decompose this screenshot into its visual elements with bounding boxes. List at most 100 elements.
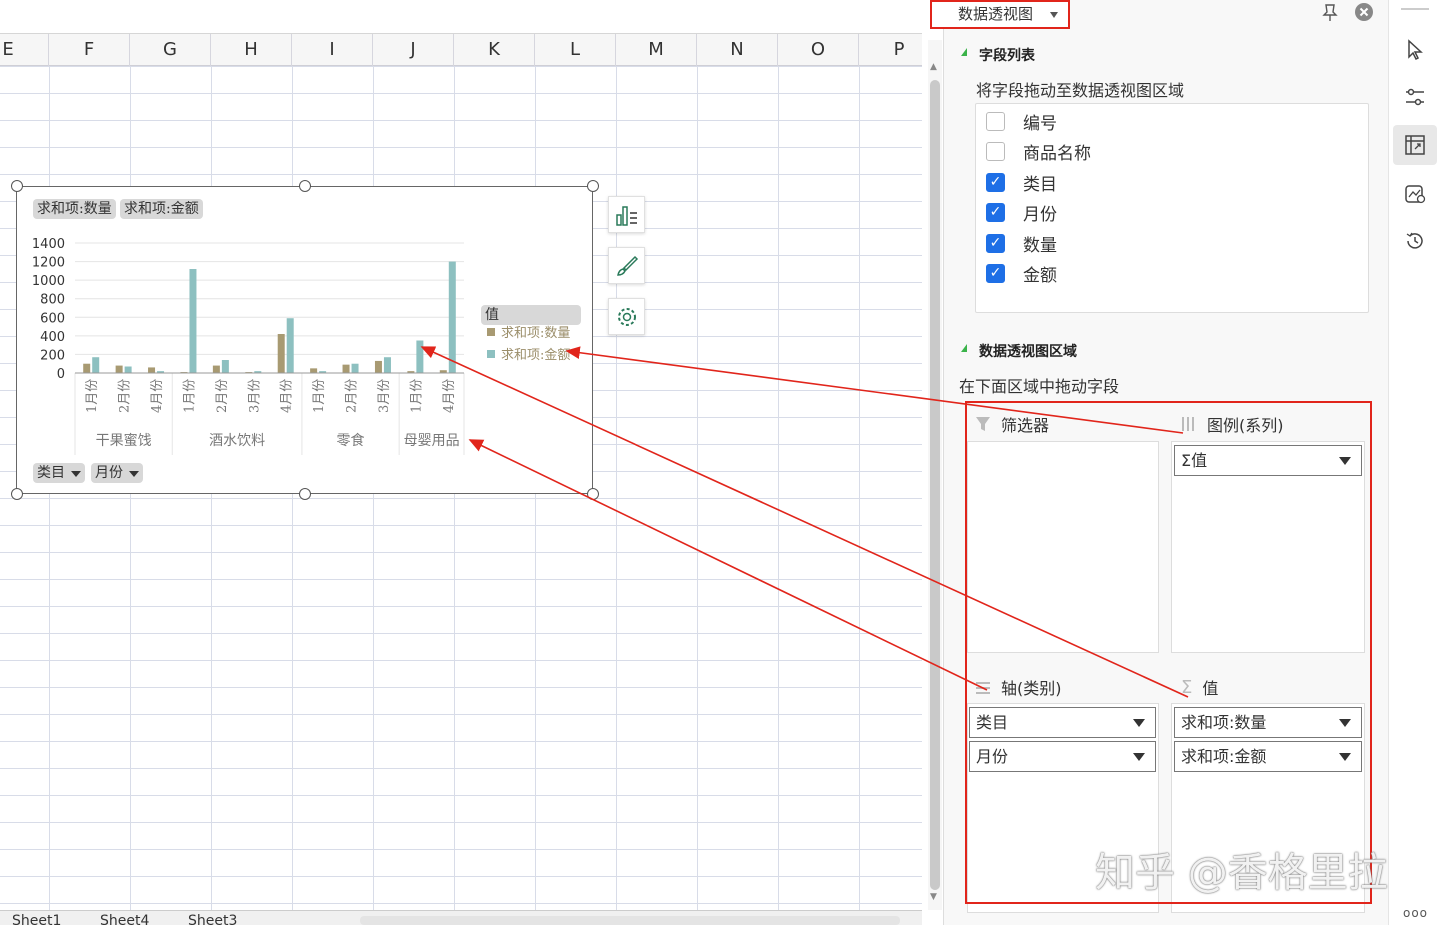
checkbox-checked[interactable]: ✓ xyxy=(986,172,1005,192)
collapse-triangle-icon[interactable] xyxy=(961,48,967,56)
chart-style-button[interactable] xyxy=(608,247,645,284)
x-tick-label: 2月份 xyxy=(345,379,360,413)
checkbox-checked[interactable]: ✓ xyxy=(986,263,1005,283)
pin-icon[interactable] xyxy=(1320,2,1340,22)
x-tick-label: 1月份 xyxy=(312,379,327,413)
resize-handle[interactable] xyxy=(587,180,599,192)
value-field-dropdown[interactable]: 求和项:金额 xyxy=(1174,741,1362,772)
sheet-tab[interactable]: Sheet4 xyxy=(92,913,157,925)
filter-icon xyxy=(976,417,990,431)
dropdown-arrow-icon xyxy=(1133,719,1145,727)
values-label: 值 xyxy=(1202,679,1219,698)
x-group-label: 酒水饮料 xyxy=(209,433,265,449)
spreadsheet-area[interactable]: EFGHIJKLMNOP Sheet1 Sheet4 Sheet3 求和项:数量… xyxy=(0,0,922,925)
checkbox[interactable] xyxy=(986,141,1005,161)
sheet-tab[interactable]: Sheet1 xyxy=(4,913,69,925)
axis-field-dropdown[interactable]: 类目 xyxy=(969,707,1156,738)
checkbox-checked[interactable]: ✓ xyxy=(986,233,1005,253)
history-button[interactable] xyxy=(1393,221,1437,261)
pivot-button[interactable] xyxy=(1393,125,1437,165)
column-header[interactable]: P xyxy=(859,34,922,66)
filter-label: 筛选器 xyxy=(1001,416,1050,435)
sheet-tab[interactable]: Sheet3 xyxy=(180,913,245,925)
column-header[interactable]: N xyxy=(697,34,778,66)
dropdown-arrow-icon xyxy=(1050,12,1058,18)
column-header[interactable]: O xyxy=(778,34,859,66)
x-tick-label: 3月份 xyxy=(377,379,392,413)
x-tick-label: 2月份 xyxy=(215,379,230,413)
column-header[interactable]: L xyxy=(535,34,616,66)
column-header[interactable]: H xyxy=(211,34,292,66)
settings-button[interactable] xyxy=(1393,77,1437,117)
x-tick-label: 4月份 xyxy=(442,379,457,413)
chart-style-icon xyxy=(1405,185,1426,204)
brush-icon xyxy=(616,255,638,276)
bar xyxy=(416,340,424,373)
field-label: 类目 xyxy=(1023,174,1057,195)
field-item-product-name[interactable]: 商品名称 xyxy=(986,139,1091,164)
axis-field-dropdown[interactable]: 月份 xyxy=(969,741,1156,772)
select-icon xyxy=(1408,39,1423,61)
scroll-down-icon[interactable]: ▼ xyxy=(930,892,937,902)
column-header[interactable]: G xyxy=(130,34,211,66)
dropdown-arrow-icon xyxy=(1339,457,1351,465)
scroll-thumb[interactable] xyxy=(930,80,940,890)
resize-handle[interactable] xyxy=(299,488,311,500)
checkbox-checked[interactable]: ✓ xyxy=(986,202,1005,222)
bar xyxy=(277,334,285,373)
resize-handle[interactable] xyxy=(11,180,23,192)
column-header[interactable]: J xyxy=(373,34,454,66)
column-header[interactable]: I xyxy=(292,34,373,66)
formula-row xyxy=(0,0,922,34)
y-tick-label: 1400 xyxy=(32,237,65,252)
pivot-chart[interactable]: 求和项:数量 求和项:金额 类目 月份 值 0 200 400 600 800 1000 1… xyxy=(16,186,593,494)
bar xyxy=(124,366,132,373)
chart-button[interactable] xyxy=(1393,174,1437,214)
column-header-row: EFGHIJKLMNOP xyxy=(0,34,922,66)
scroll-up-icon[interactable]: ▲ xyxy=(930,62,937,72)
legend-swatch xyxy=(487,350,495,358)
axis-area-label: 轴(类别) xyxy=(975,675,1062,699)
resize-handle[interactable] xyxy=(11,488,23,500)
more-icon[interactable]: ooo xyxy=(1403,906,1428,920)
legend-area-label: 图例(系列) xyxy=(1181,412,1284,436)
field-label: 数量 xyxy=(1023,235,1057,256)
dropdown-arrow-icon xyxy=(1339,753,1351,761)
collapse-triangle-icon[interactable] xyxy=(961,344,967,352)
x-tick-label: 4月份 xyxy=(150,379,165,413)
dropdown-label: 求和项:数量 xyxy=(1181,713,1267,732)
bar xyxy=(351,363,359,373)
field-item-month[interactable]: ✓ 月份 xyxy=(986,200,1057,225)
resize-handle[interactable] xyxy=(587,488,599,500)
column-header[interactable]: F xyxy=(49,34,130,66)
field-item-amount[interactable]: ✓ 金额 xyxy=(986,261,1057,286)
vertical-scrollbar[interactable]: ▲ ▼ xyxy=(928,40,942,910)
chart-elements-button[interactable] xyxy=(608,196,645,233)
horizontal-scrollbar[interactable] xyxy=(360,916,900,925)
y-tick-label: 600 xyxy=(40,311,65,326)
value-field-dropdown[interactable]: 求和项:数量 xyxy=(1174,707,1362,738)
field-item-category[interactable]: ✓ 类目 xyxy=(986,170,1057,195)
column-header[interactable]: M xyxy=(616,34,697,66)
column-header[interactable]: E xyxy=(0,34,49,66)
panel-header[interactable]: 数据透视图 xyxy=(930,0,1070,29)
resize-handle[interactable] xyxy=(299,180,311,192)
field-item-id[interactable]: 编号 xyxy=(986,109,1057,134)
x-tick-label: 3月份 xyxy=(247,379,262,413)
field-label: 商品名称 xyxy=(1023,143,1091,164)
checkbox[interactable] xyxy=(986,111,1005,131)
bar xyxy=(374,360,382,373)
legend-field-dropdown[interactable]: Σ值 xyxy=(1174,445,1362,476)
filter-drop-area[interactable] xyxy=(967,441,1159,653)
close-icon[interactable] xyxy=(1354,2,1374,22)
column-header[interactable]: K xyxy=(454,34,535,66)
chart-filter-button[interactable] xyxy=(608,298,645,335)
field-list: 编号 商品名称 ✓ 类目 ✓ 月份 ✓ 数量 ✓ 金额 xyxy=(975,103,1369,313)
y-tick-label: 0 xyxy=(57,367,65,382)
select-tool-button[interactable] xyxy=(1393,30,1437,70)
bar xyxy=(383,357,391,373)
dropdown-label: 求和项:金额 xyxy=(1181,747,1267,766)
field-list-hint: 将字段拖动至数据透视图区域 xyxy=(976,81,1185,100)
field-item-quantity[interactable]: ✓ 数量 xyxy=(986,231,1057,256)
values-area-label: Σ 值 xyxy=(1181,675,1218,699)
